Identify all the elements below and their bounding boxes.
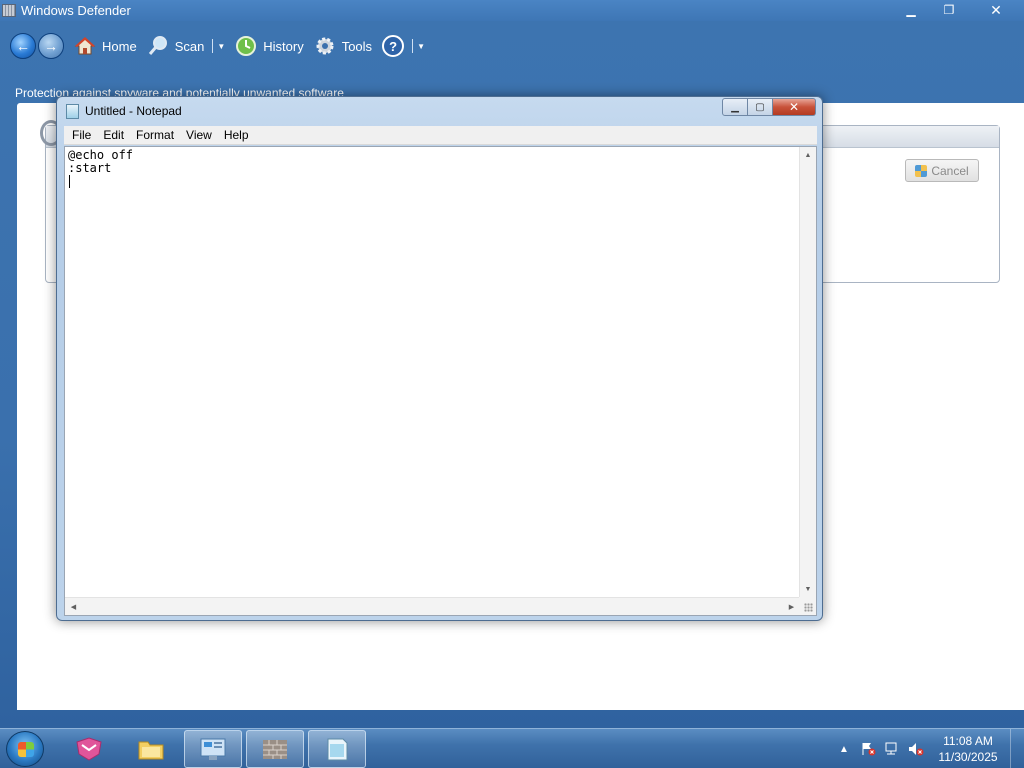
cancel-scan-button[interactable]: Cancel	[905, 159, 979, 182]
notepad-minimize-button[interactable]: ▁	[722, 98, 748, 116]
taskbar-clock[interactable]: 11:08 AM 11/30/2025	[932, 733, 1004, 765]
history-button[interactable]: History	[235, 35, 304, 57]
forward-button[interactable]: →	[38, 33, 64, 59]
horizontal-scrollbar[interactable]: ◀ ▶	[65, 597, 800, 615]
close-icon: ✕	[990, 1, 1002, 18]
firewall-brick-icon	[263, 740, 287, 759]
home-button[interactable]: Home	[74, 35, 137, 57]
restore-button[interactable]: ❐	[930, 0, 968, 20]
notepad-app-icon	[66, 104, 79, 119]
toolbar-separator	[412, 39, 414, 53]
notepad-title: Untitled - Notepad	[85, 104, 182, 118]
home-label: Home	[102, 38, 137, 54]
minimize-button[interactable]: ▁	[892, 0, 930, 20]
close-icon: ✕	[788, 100, 800, 114]
menu-view[interactable]: View	[180, 128, 218, 142]
windows-logo-icon	[18, 742, 34, 757]
clock-date: 11/30/2025	[938, 750, 998, 764]
close-button[interactable]: ✕	[968, 0, 1024, 20]
clock-time: 11:08 AM	[943, 734, 993, 748]
taskbar-notepad-button[interactable]	[308, 730, 366, 768]
notepad-text-area[interactable]: @echo off :start ▲ ▼ ◀ ▶	[64, 146, 817, 616]
forward-arrow-icon: →	[44, 38, 58, 54]
scan-dropdown-arrow-icon[interactable]: ▼	[217, 42, 225, 51]
pink-app-icon	[76, 737, 102, 761]
restore-icon: ❐	[943, 3, 955, 17]
notepad-maximize-button[interactable]: ▢	[748, 98, 773, 116]
menu-file[interactable]: File	[64, 128, 97, 142]
defender-titlebar[interactable]: Windows Defender ▁ ❐ ✕	[0, 0, 1024, 21]
gear-icon	[314, 35, 336, 57]
history-label: History	[263, 38, 304, 54]
cancel-label: Cancel	[931, 163, 969, 178]
taskbar: ▲ 11:08 AM 11/30/2025	[0, 728, 1024, 768]
notepad-window: Untitled - Notepad ▁ ▢ ✕ File Edit Forma…	[56, 96, 823, 621]
minimize-icon: ▁	[731, 101, 739, 113]
scroll-up-arrow-icon[interactable]: ▲	[800, 147, 816, 164]
scan-button[interactable]: Scan	[147, 35, 205, 57]
resize-grip-icon[interactable]	[799, 597, 816, 615]
menu-format[interactable]: Format	[130, 128, 180, 142]
help-icon: ?	[382, 35, 405, 57]
show-hidden-icons-arrow-icon[interactable]: ▲	[836, 742, 852, 756]
tools-button[interactable]: Tools	[314, 35, 372, 57]
taskbar-firewall-button[interactable]	[246, 730, 304, 768]
scroll-left-arrow-icon[interactable]: ◀	[65, 598, 82, 615]
volume-muted-icon[interactable]	[908, 742, 924, 756]
text-caret	[69, 175, 70, 188]
toolbar-separator	[212, 39, 214, 53]
help-dropdown-arrow-icon[interactable]: ▼	[417, 42, 425, 51]
action-center-flag-icon[interactable]	[860, 742, 876, 756]
uac-shield-icon	[915, 164, 928, 177]
defender-app-icon	[2, 4, 16, 17]
scan-label: Scan	[174, 38, 205, 54]
tools-label: Tools	[341, 38, 373, 54]
history-icon	[235, 35, 257, 57]
back-arrow-icon: ←	[16, 38, 30, 54]
scroll-right-arrow-icon[interactable]: ▶	[783, 598, 800, 615]
notepad-close-button[interactable]: ✕	[773, 98, 816, 116]
back-button[interactable]: ←	[10, 33, 36, 59]
network-icon[interactable]	[884, 742, 900, 756]
menu-help[interactable]: Help	[218, 128, 255, 142]
scroll-down-arrow-icon[interactable]: ▼	[800, 581, 816, 598]
defender-window-controls: ▁ ❐ ✕	[892, 0, 1024, 20]
control-panel-icon	[200, 738, 226, 760]
folder-icon	[138, 741, 164, 760]
notepad-window-controls: ▁ ▢ ✕	[722, 98, 816, 116]
help-button[interactable]: ?	[382, 35, 405, 57]
home-icon	[74, 35, 96, 57]
taskbar-pink-app-button[interactable]	[60, 730, 118, 768]
system-tray: ▲ 11:08 AM 11/30/2025	[832, 729, 1024, 768]
vertical-scrollbar[interactable]: ▲ ▼	[799, 147, 816, 598]
menu-edit[interactable]: Edit	[97, 128, 130, 142]
notepad-menubar: File Edit Format View Help	[64, 126, 817, 145]
scan-magnifier-icon	[147, 35, 169, 57]
notepad-text-content[interactable]: @echo off :start	[68, 149, 133, 175]
taskbar-explorer-button[interactable]	[122, 730, 180, 768]
defender-toolbar: ← → Home Scan ▼ History Tools ? ▼	[10, 29, 425, 63]
maximize-icon: ▢	[755, 101, 765, 113]
show-desktop-button[interactable]	[1010, 729, 1024, 768]
taskbar-control-panel-button[interactable]	[184, 730, 242, 768]
minimize-icon: ▁	[906, 3, 916, 17]
notepad-icon	[327, 738, 348, 761]
start-button[interactable]	[6, 731, 44, 767]
defender-title: Windows Defender	[21, 3, 131, 18]
